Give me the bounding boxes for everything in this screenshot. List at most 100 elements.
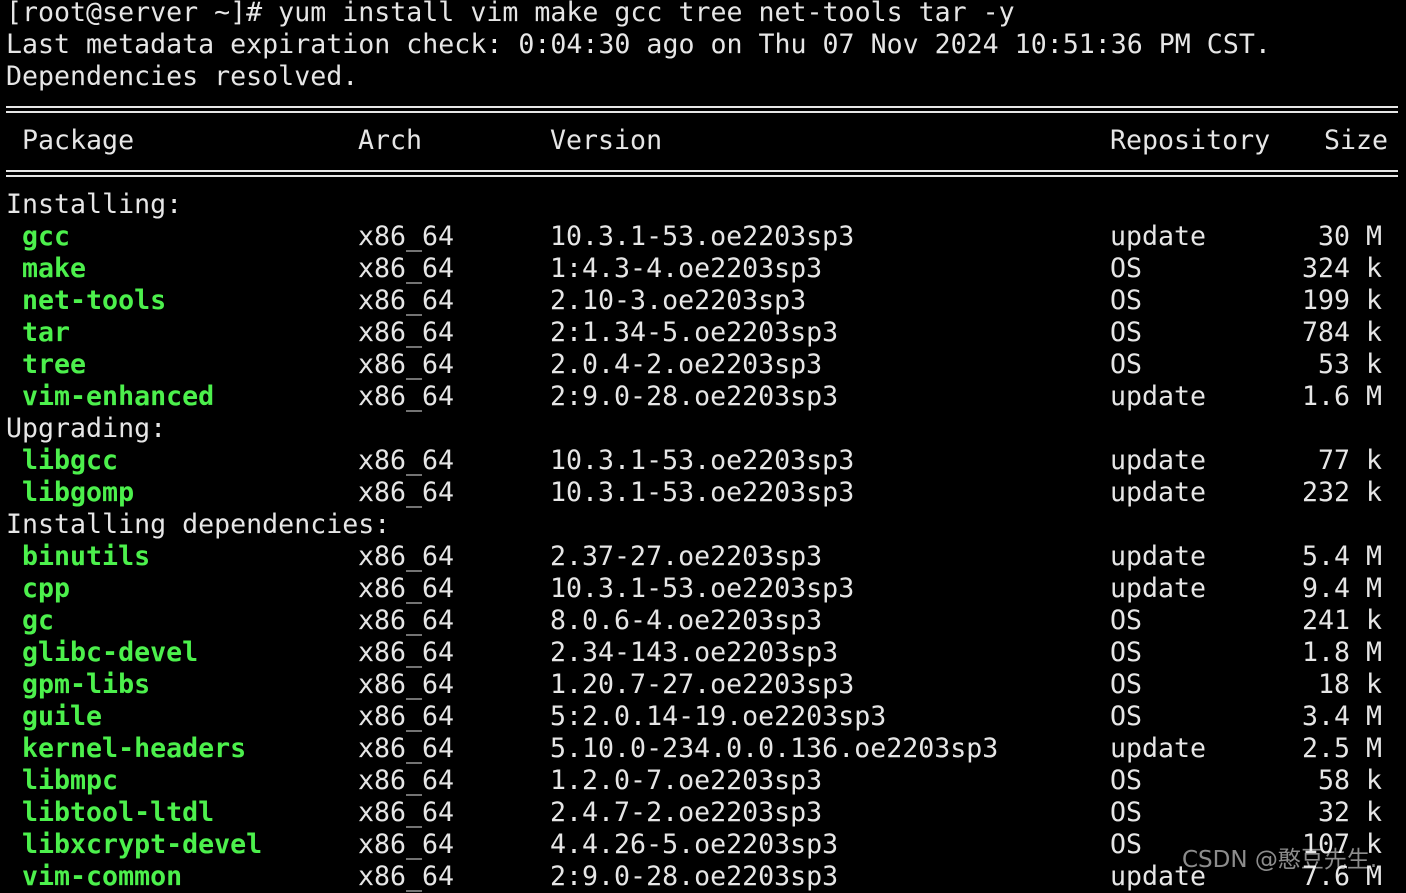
package-size: 5.4 M xyxy=(1301,541,1382,572)
package-size: 1.8 M xyxy=(1301,637,1382,668)
package-version: 2.10-3.oe2203sp3 xyxy=(550,285,807,316)
table-row: libgcc x86_64 10.3.1-53.oe2203sp3 update 77 … xyxy=(6,445,1406,477)
metadata-line: Last metadata expiration check: 0:04:30 … xyxy=(6,29,1271,60)
package-name: libmpc xyxy=(22,765,119,796)
package-version: 1.20.7-27.oe2203sp3 xyxy=(550,669,855,700)
package-repository: update xyxy=(1110,477,1207,508)
package-size: 1.6 M xyxy=(1301,381,1382,412)
package-size: 77 k xyxy=(1317,445,1382,476)
package-size: 58 k xyxy=(1317,765,1382,796)
package-repository: update xyxy=(1110,541,1207,572)
package-name: tree xyxy=(22,349,87,380)
package-name: tar xyxy=(22,317,71,348)
package-repository: OS xyxy=(1110,253,1143,284)
package-size: 53 k xyxy=(1317,349,1382,380)
package-size: 2.5 M xyxy=(1301,733,1382,764)
package-version: 2:1.34-5.oe2203sp3 xyxy=(550,317,839,348)
package-repository: OS xyxy=(1110,765,1143,796)
package-version: 4.4.26-5.oe2203sp3 xyxy=(550,829,839,860)
package-size: 784 k xyxy=(1301,317,1382,348)
package-version: 2.37-27.oe2203sp3 xyxy=(550,541,823,572)
package-size: 9.4 M xyxy=(1301,573,1382,604)
table-row: glibc-devel x86_64 2.34-143.oe2203sp3 OS 1.8… xyxy=(6,637,1406,669)
package-name: gcc xyxy=(22,221,71,252)
package-size: 3.4 M xyxy=(1301,701,1382,732)
table-row: libmpc x86_64 1.2.0-7.oe2203sp3 OS 58 k xyxy=(6,765,1406,797)
table-row: gpm-libs x86_64 1.20.7-27.oe2203sp3 OS 18 k xyxy=(6,669,1406,701)
table-row: binutils x86_64 2.37-27.oe2203sp3 update 5.4… xyxy=(6,541,1406,573)
package-arch: x86_64 xyxy=(358,669,455,700)
package-repository: OS xyxy=(1110,701,1143,732)
package-arch: x86_64 xyxy=(358,445,455,476)
package-arch: x86_64 xyxy=(358,733,455,764)
package-name: vim-enhanced xyxy=(22,381,215,412)
package-version: 2.0.4-2.oe2203sp3 xyxy=(550,349,823,380)
package-name: libgcc xyxy=(22,445,119,476)
package-repository: update xyxy=(1110,221,1207,252)
package-version: 1:4.3-4.oe2203sp3 xyxy=(550,253,823,284)
section-label-text: Installing: xyxy=(6,189,183,220)
package-arch: x86_64 xyxy=(358,797,455,828)
package-version: 2.4.7-2.oe2203sp3 xyxy=(550,797,823,828)
package-version: 2.34-143.oe2203sp3 xyxy=(550,637,839,668)
package-arch: x86_64 xyxy=(358,861,455,892)
package-arch: x86_64 xyxy=(358,829,455,860)
package-size: 30 M xyxy=(1317,221,1382,252)
package-size: 324 k xyxy=(1301,253,1382,284)
package-version: 10.3.1-53.oe2203sp3 xyxy=(550,477,855,508)
package-size: 18 k xyxy=(1317,669,1382,700)
table-row: gcc x86_64 10.3.1-53.oe2203sp3 update 30 M xyxy=(6,221,1406,253)
terminal-window[interactable]: { "terminal": { "prompt": "[root@server … xyxy=(0,0,1406,892)
package-repository: update xyxy=(1110,573,1207,604)
package-repository: update xyxy=(1110,381,1207,412)
package-name: gpm-libs xyxy=(22,669,151,700)
package-version: 5.10.0-234.0.0.136.oe2203sp3 xyxy=(550,733,999,764)
package-arch: x86_64 xyxy=(358,381,455,412)
package-version: 10.3.1-53.oe2203sp3 xyxy=(550,221,855,252)
package-table: Installing: gcc x86_64 10.3.1-53.oe2203sp3 u… xyxy=(6,189,1406,893)
dependencies-line: Dependencies resolved. xyxy=(6,61,359,92)
table-header: Package Arch Version Repository Size xyxy=(6,125,1406,157)
table-row: tree x86_64 2.0.4-2.oe2203sp3 OS 53 k xyxy=(6,349,1406,381)
command-prompt-line: [root@server ~]# yum install vim make gc… xyxy=(6,0,1015,28)
package-name: glibc-devel xyxy=(22,637,199,668)
table-row: cpp x86_64 10.3.1-53.oe2203sp3 update 9.4 M xyxy=(6,573,1406,605)
table-row: libgomp x86_64 10.3.1-53.oe2203sp3 update 23… xyxy=(6,477,1406,509)
column-header-repository: Repository xyxy=(1110,125,1271,156)
package-repository: OS xyxy=(1110,797,1143,828)
section-label-text: Upgrading: xyxy=(6,413,167,444)
package-arch: x86_64 xyxy=(358,477,455,508)
package-name: cpp xyxy=(22,573,71,604)
package-arch: x86_64 xyxy=(358,317,455,348)
table-row: make x86_64 1:4.3-4.oe2203sp3 OS 324 k xyxy=(6,253,1406,285)
package-repository: OS xyxy=(1110,669,1143,700)
separator xyxy=(6,93,1406,125)
terminal-output: [root@server ~]# yum install vim make gc… xyxy=(6,0,1406,893)
package-version: 1.2.0-7.oe2203sp3 xyxy=(550,765,823,796)
package-repository: update xyxy=(1110,445,1207,476)
column-header-size: Size xyxy=(1323,125,1388,156)
table-row: tar x86_64 2:1.34-5.oe2203sp3 OS 784 k xyxy=(6,317,1406,349)
package-version: 10.3.1-53.oe2203sp3 xyxy=(550,445,855,476)
package-repository: OS xyxy=(1110,349,1143,380)
column-header-version: Version xyxy=(550,125,663,156)
package-arch: x86_64 xyxy=(358,253,455,284)
package-repository: OS xyxy=(1110,605,1143,636)
package-repository: OS xyxy=(1110,317,1143,348)
package-name: libxcrypt-devel xyxy=(22,829,263,860)
column-header-package: Package xyxy=(22,125,135,156)
table-row: kernel-headers x86_64 5.10.0-234.0.0.136.o… xyxy=(6,733,1406,765)
package-arch: x86_64 xyxy=(358,765,455,796)
package-repository: OS xyxy=(1110,829,1143,860)
package-name: libtool-ltdl xyxy=(22,797,215,828)
section-label: Installing dependencies: xyxy=(6,509,1406,541)
table-row: net-tools x86_64 2.10-3.oe2203sp3 OS 199 k xyxy=(6,285,1406,317)
column-header-arch: Arch xyxy=(358,125,423,156)
package-repository: update xyxy=(1110,733,1207,764)
package-name: vim-common xyxy=(22,861,183,892)
package-name: gc xyxy=(22,605,55,636)
separator xyxy=(6,157,1406,189)
package-size: 241 k xyxy=(1301,605,1382,636)
package-arch: x86_64 xyxy=(358,349,455,380)
package-size: 32 k xyxy=(1317,797,1382,828)
